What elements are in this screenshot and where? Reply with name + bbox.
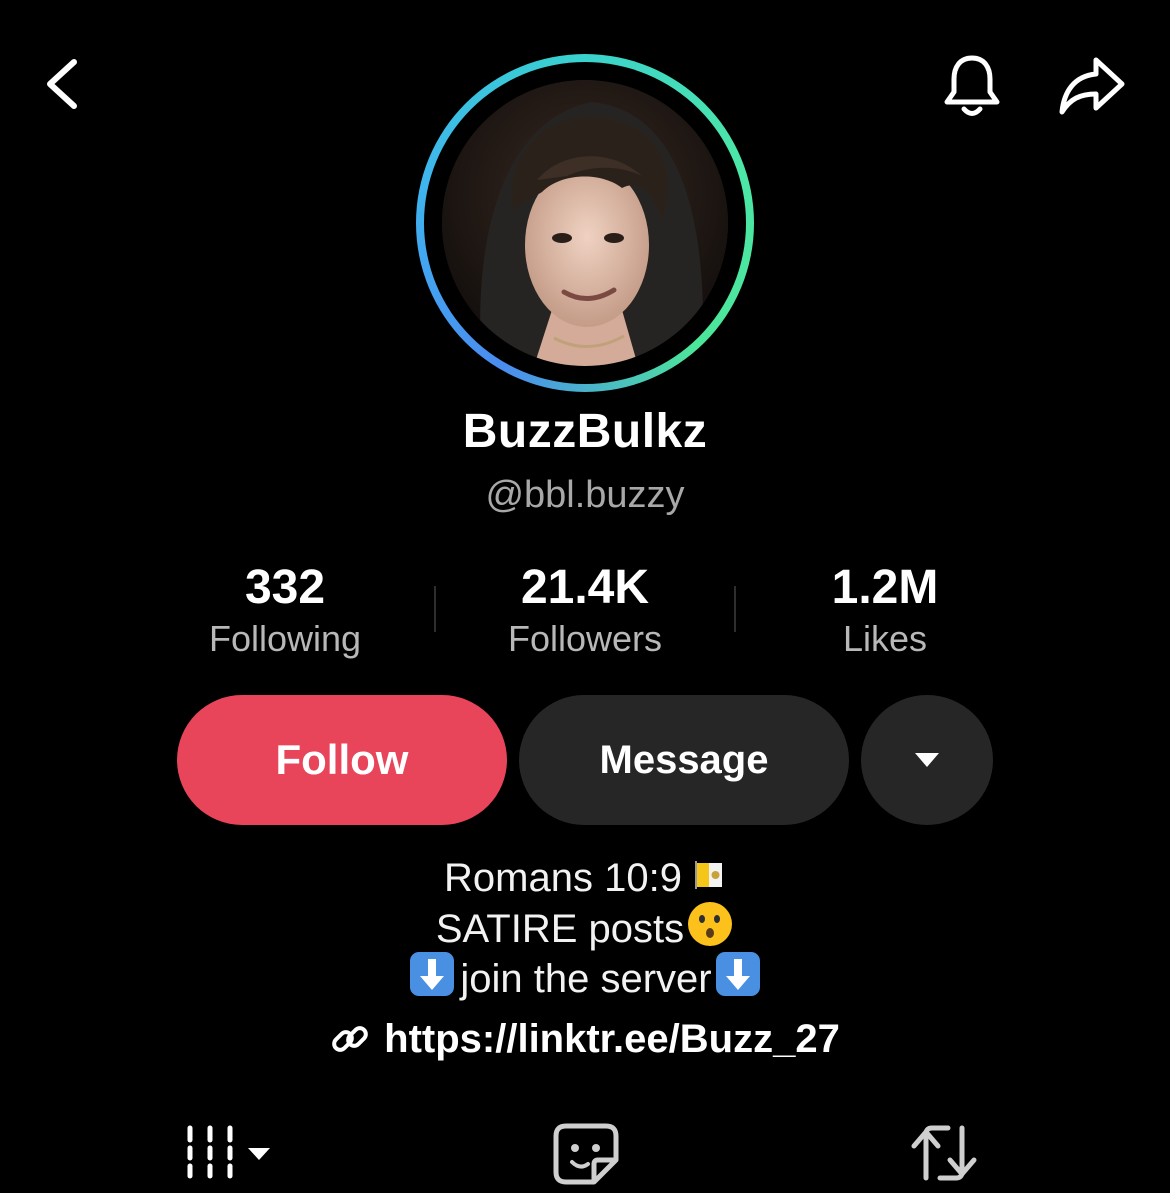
bio-text: SATIRE posts: [435, 906, 685, 951]
down-arrow-emoji: [408, 950, 456, 1008]
stat-value: 21.4K: [520, 561, 650, 614]
username: @bbl.buzzy: [485, 474, 685, 516]
follow-button[interactable]: Follow: [177, 695, 507, 825]
caret-down-icon: [915, 753, 939, 767]
bio-line-3: join the server: [0, 952, 1170, 1004]
display-name: BuzzBulkz: [462, 405, 708, 458]
avatar-photo: [442, 80, 728, 366]
vatican-flag-emoji: [692, 856, 726, 901]
bio-text: join the server: [460, 956, 712, 1001]
share-button[interactable]: [1050, 48, 1134, 124]
stat-likes[interactable]: 1.2M Likes: [735, 562, 1035, 664]
back-button[interactable]: [30, 50, 94, 118]
stat-label: Followers: [507, 618, 663, 659]
tab-videos[interactable]: [178, 1118, 288, 1188]
down-arrow-emoji: [714, 950, 762, 1008]
share-arrow-icon: [1059, 57, 1125, 115]
bell-icon: [944, 55, 1000, 116]
tab-reposts[interactable]: [904, 1118, 984, 1188]
more-options-button[interactable]: [861, 695, 993, 825]
avatar[interactable]: [442, 80, 728, 366]
chevron-left-icon: [47, 59, 77, 109]
bio-line-1: Romans 10:9: [0, 853, 1170, 903]
stat-value: 1.2M: [831, 561, 939, 614]
repost-icon: [911, 1125, 977, 1181]
link-icon: [330, 1019, 370, 1059]
link-text[interactable]: https://linktr.ee/Buzz_27: [384, 1017, 840, 1062]
stat-label: Following: [208, 618, 362, 659]
notifications-button[interactable]: [932, 48, 1012, 124]
stat-value: 332: [244, 561, 326, 614]
tab-favorites[interactable]: [548, 1118, 624, 1188]
message-button[interactable]: Message: [519, 695, 849, 825]
stat-following[interactable]: 332 Following: [135, 562, 435, 664]
stat-label: Likes: [842, 618, 928, 659]
bio-link[interactable]: https://linktr.ee/Buzz_27: [0, 1012, 1170, 1066]
sticker-face-icon: [553, 1123, 619, 1185]
bio-text: Romans 10:9: [444, 855, 682, 900]
stat-followers[interactable]: 21.4K Followers: [435, 562, 735, 664]
bio-line-2: SATIRE posts: [0, 902, 1170, 954]
grid-lines-icon: [187, 1125, 270, 1179]
